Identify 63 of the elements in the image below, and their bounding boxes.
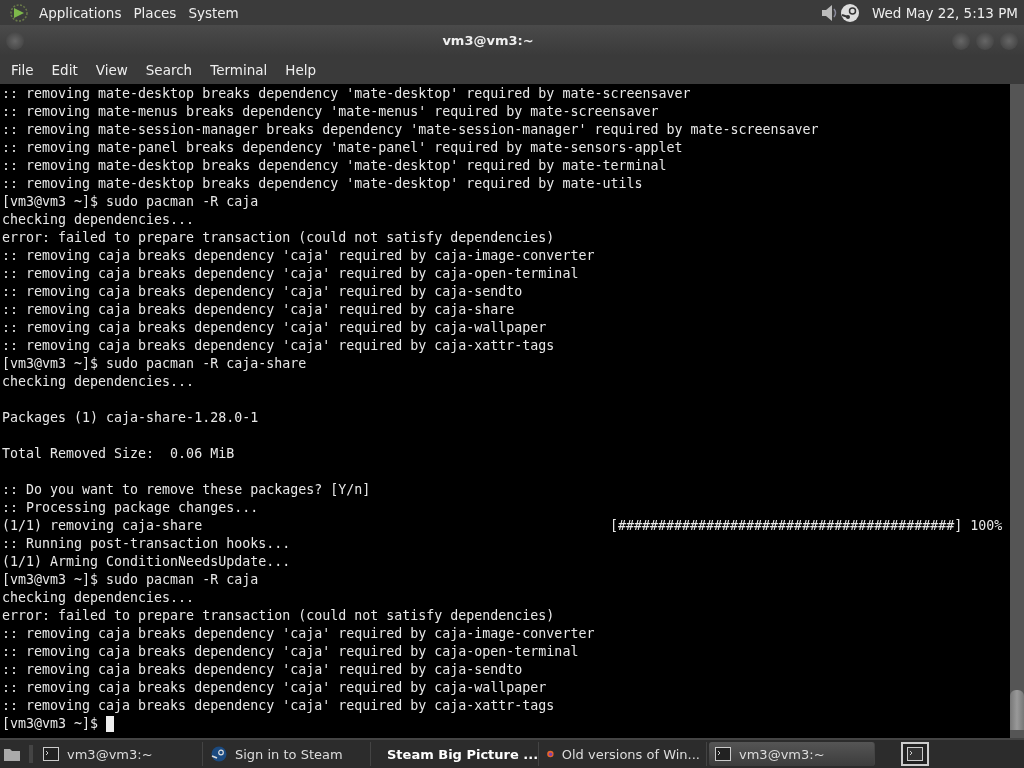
menu-item[interactable]: File (2, 62, 43, 78)
terminal-line: (1/1) Arming ConditionNeedsUpdate... (2, 553, 292, 571)
terminal-line: checking dependencies... (2, 373, 196, 391)
progress-percent: 100% (970, 517, 1003, 535)
steam-icon (211, 746, 227, 762)
terminal-line: error: failed to prepare transaction (could not satisfy dependencies) (2, 607, 556, 625)
minimize-button[interactable] (952, 31, 970, 50)
terminal-line: :: removing caja breaks dependency 'caja' required by caja-sendto (2, 661, 524, 679)
close-button[interactable] (1000, 31, 1018, 50)
scrollbar-thumb[interactable] (1010, 690, 1024, 730)
workspace-switcher[interactable] (901, 742, 929, 766)
terminal-line: :: removing caja breaks dependency 'caja' required by caja-sendto (2, 283, 524, 301)
clock[interactable]: Wed May 22, 5:13 PM (871, 4, 1018, 21)
terminal-line: :: removing mate-desktop breaks dependency 'mate-desktop' required by mate-screensaver (2, 85, 692, 103)
terminal-line: error: failed to prepare transaction (could not satisfy dependencies) (2, 229, 556, 247)
terminal-line: :: removing mate-session-manager breaks dependency 'mate-session-manager' required by mate-screensaver (2, 121, 820, 139)
terminal-line: :: removing mate-menus breaks dependency 'mate-menus' required by mate-screensaver (2, 103, 660, 121)
terminal-line: :: removing caja breaks dependency 'caja' required by caja-open-terminal (2, 265, 580, 283)
terminal-line: :: removing caja breaks dependency 'caja' required by caja-open-terminal (2, 643, 580, 661)
steam-icon[interactable] (839, 2, 860, 23)
terminal-line: checking dependencies... (2, 211, 196, 229)
terminal-line: :: removing caja breaks dependency 'caja' required by caja-image-converter (2, 247, 596, 265)
terminal-line: :: removing caja breaks dependency 'caja' required by caja-wallpaper (2, 679, 548, 697)
terminal-line: :: removing caja breaks dependency 'caja' required by caja-xattr-tags (2, 337, 556, 355)
menu-item[interactable]: Terminal (201, 62, 277, 78)
panel-menu[interactable]: Applications (34, 4, 127, 21)
mate-logo-icon[interactable] (9, 2, 29, 23)
terminal-line: :: removing caja breaks dependency 'caja' required by caja-image-converter (2, 625, 596, 643)
terminal-line: :: removing caja breaks dependency 'caja' required by caja-xattr-tags (2, 697, 556, 715)
terminal-icon (907, 747, 923, 761)
terminal-line: (1/1) removing caja-share (2, 517, 204, 535)
terminal-line: :: removing caja breaks dependency 'caja' required by caja-share (2, 301, 516, 319)
window-title: vm3@vm3:~ (441, 33, 535, 48)
terminal-prompt: [vm3@vm3 ~]$ (2, 715, 99, 733)
terminal-line: Packages (1) caja-share-1.28.0-1 (2, 409, 260, 427)
terminal-line: [vm3@vm3 ~]$ sudo pacman -R caja-share (2, 355, 308, 373)
text-cursor (106, 716, 115, 732)
menu-item[interactable]: Edit (42, 62, 87, 78)
speaker-icon[interactable] (819, 2, 838, 23)
panel-menu[interactable]: System (183, 4, 244, 21)
terminal-line: :: Do you want to remove these packages? [Y/n] (2, 481, 372, 499)
panel-menu[interactable]: Places (128, 4, 182, 21)
terminal-line: :: removing caja breaks dependency 'caja' required by caja-wallpaper (2, 319, 548, 337)
terminal-icon (43, 747, 59, 761)
terminal-line: :: removing mate-desktop breaks dependency 'mate-desktop' required by mate-utils (2, 175, 644, 193)
terminal-line: :: Running post-transaction hooks... (2, 535, 292, 553)
terminal-line: :: removing mate-panel breaks dependency 'mate-panel' required by mate-sensors-applet (2, 139, 684, 157)
terminal-line: checking dependencies... (2, 589, 196, 607)
menu-item[interactable]: Search (136, 62, 202, 78)
terminal-icon (715, 747, 731, 761)
terminal-line: :: removing mate-desktop breaks dependency 'mate-desktop' required by mate-terminal (2, 157, 668, 175)
taskbar-button[interactable]: vm3@vm3:~ (709, 742, 875, 766)
window-menu-button[interactable] (6, 31, 24, 50)
terminal-line: [vm3@vm3 ~]$ sudo pacman -R caja (2, 193, 260, 211)
folder-icon[interactable] (3, 746, 21, 762)
terminal-line: [vm3@vm3 ~]$ sudo pacman -R caja (2, 571, 260, 589)
scrollbar[interactable] (1010, 84, 1024, 738)
terminal-line: Total Removed Size: 0.06 MiB (2, 445, 236, 463)
progress-bar-text: [##########################################] (610, 517, 963, 535)
terminal-line: :: Processing package changes... (2, 499, 260, 517)
maximize-button[interactable] (976, 31, 994, 50)
menu-item[interactable]: View (86, 62, 137, 78)
menu-item[interactable]: Help (276, 62, 326, 78)
